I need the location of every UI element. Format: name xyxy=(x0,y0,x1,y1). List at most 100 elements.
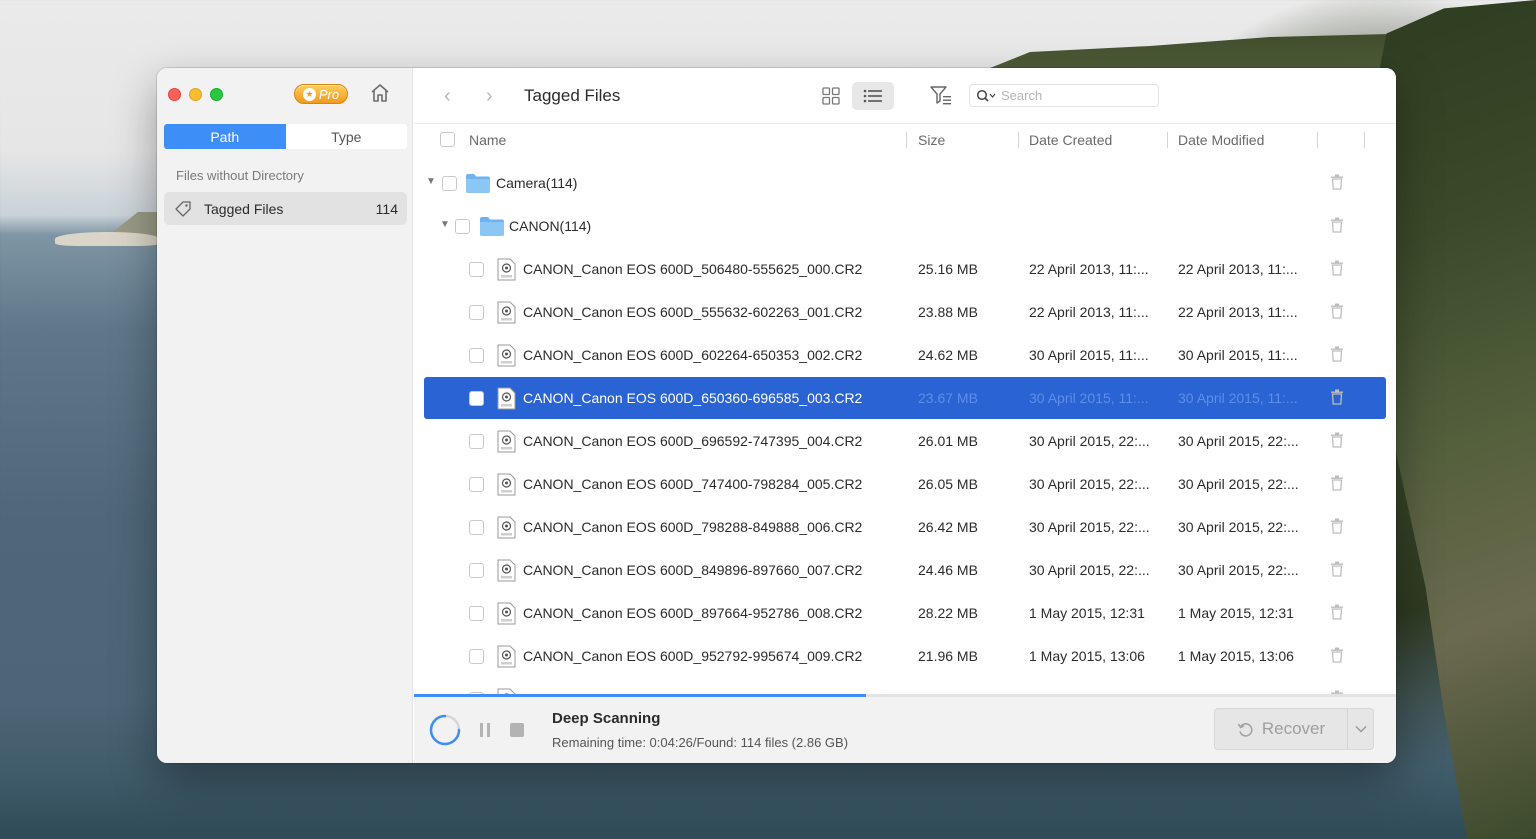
toolbar: ‹ › Tagged Files xyxy=(414,68,1396,124)
scan-status-detail: Remaining time: 0:04:26/Found: 114 files… xyxy=(552,735,849,750)
recover-options-button[interactable] xyxy=(1347,709,1373,749)
row-checkbox[interactable] xyxy=(469,305,484,320)
trash-icon[interactable] xyxy=(1330,432,1344,448)
raw-file-icon xyxy=(497,430,516,453)
disclosure-triangle-icon[interactable]: ▼ xyxy=(426,176,436,187)
tab-path[interactable]: Path xyxy=(164,124,286,149)
column-header-date-created[interactable]: Date Created xyxy=(1029,132,1112,148)
file-date-modified: 30 April 2015, 22:... xyxy=(1178,433,1299,449)
file-row[interactable]: CANON_Canon EOS 600D_506480-555625_000.C… xyxy=(424,248,1386,290)
file-date-created: 30 April 2015, 22:... xyxy=(1029,562,1150,578)
trash-icon[interactable] xyxy=(1330,475,1344,491)
file-name: CANON_Canon EOS 600D_897664-952786_008.C… xyxy=(523,605,863,621)
disclosure-triangle-icon[interactable]: ▼ xyxy=(440,219,450,230)
column-divider[interactable] xyxy=(1364,132,1365,148)
file-date-modified: 22 April 2013, 11:... xyxy=(1178,261,1298,277)
sidebar-item-label: Tagged Files xyxy=(204,200,284,217)
trash-icon[interactable] xyxy=(1330,217,1344,233)
raw-file-icon xyxy=(497,344,516,367)
list-view-button[interactable] xyxy=(852,82,894,110)
file-name: CANON_Canon EOS 600D_952792-995674_009.C… xyxy=(523,648,863,664)
tab-type[interactable]: Type xyxy=(286,124,408,149)
file-row[interactable]: CANON_Canon EOS 600D_897664-952786_008.C… xyxy=(424,592,1386,634)
column-header-row: Name Size Date Created Date Modified xyxy=(414,124,1396,156)
row-checkbox[interactable] xyxy=(469,262,484,277)
minimize-window-button[interactable] xyxy=(189,88,202,101)
trash-icon[interactable] xyxy=(1330,647,1344,663)
trash-icon[interactable] xyxy=(1330,346,1344,362)
trash-icon[interactable] xyxy=(1330,604,1344,620)
file-row[interactable]: CANON_Canon EOS 600D_798288-849888_006.C… xyxy=(424,506,1386,548)
row-checkbox[interactable] xyxy=(469,391,484,406)
close-window-button[interactable] xyxy=(168,88,181,101)
row-checkbox[interactable] xyxy=(442,176,457,191)
back-button[interactable]: ‹ xyxy=(444,86,460,106)
column-header-date-modified[interactable]: Date Modified xyxy=(1178,132,1264,148)
file-row[interactable]: CANON_Canon EOS 600D_555632-602263_001.C… xyxy=(424,291,1386,333)
column-header-name[interactable]: Name xyxy=(469,132,506,148)
row-checkbox[interactable] xyxy=(469,649,484,664)
column-divider[interactable] xyxy=(1317,132,1318,148)
row-checkbox[interactable] xyxy=(469,606,484,621)
file-row[interactable]: CANON_Canon EOS 600D_602264-650353_002.C… xyxy=(424,334,1386,376)
row-checkbox[interactable] xyxy=(469,520,484,535)
raw-file-icon xyxy=(497,301,516,324)
pro-label: Pro xyxy=(318,86,340,102)
column-divider[interactable] xyxy=(1167,132,1168,148)
search-box[interactable] xyxy=(969,84,1159,107)
file-name: CANON_Canon EOS 600D_602264-650353_002.C… xyxy=(523,347,863,363)
trash-icon[interactable] xyxy=(1330,260,1344,276)
trash-icon[interactable] xyxy=(1330,389,1344,405)
raw-file-icon xyxy=(497,559,516,582)
file-date-modified: 22 April 2013, 11:... xyxy=(1178,304,1298,320)
row-checkbox[interactable] xyxy=(469,348,484,363)
sidebar-item-tagged-files[interactable]: Tagged Files 114 xyxy=(164,192,407,225)
recover-main[interactable]: Recover xyxy=(1215,709,1347,749)
stop-icon[interactable] xyxy=(510,723,524,737)
file-date-modified: 30 April 2015, 11:... xyxy=(1178,390,1298,406)
grid-view-button[interactable] xyxy=(814,82,848,110)
file-row[interactable]: CANON_Canon EOS 600D_747400-798284_005.C… xyxy=(424,463,1386,505)
recover-button[interactable]: Recover xyxy=(1214,708,1374,750)
file-name: CANON_Canon EOS 600D_849896-897660_007.C… xyxy=(523,562,863,578)
file-date-created: 30 April 2015, 11:... xyxy=(1029,347,1149,363)
search-input[interactable] xyxy=(1001,88,1151,103)
trash-icon[interactable] xyxy=(1330,518,1344,534)
chevron-down-icon xyxy=(1354,725,1367,733)
home-icon[interactable] xyxy=(369,82,391,104)
sidebar-section-label: Files without Directory xyxy=(176,168,304,183)
column-divider[interactable] xyxy=(1018,132,1019,148)
row-checkbox[interactable] xyxy=(469,563,484,578)
file-size: 21.96 MB xyxy=(918,648,978,664)
column-divider[interactable] xyxy=(906,132,907,148)
row-checkbox[interactable] xyxy=(455,219,470,234)
select-all-checkbox[interactable] xyxy=(440,132,455,147)
pause-icon[interactable] xyxy=(478,722,492,738)
row-checkbox[interactable] xyxy=(469,434,484,449)
trash-icon[interactable] xyxy=(1330,561,1344,577)
file-size: 26.05 MB xyxy=(918,476,978,492)
raw-file-icon xyxy=(497,387,516,410)
trash-icon[interactable] xyxy=(1330,303,1344,319)
folder-row-camera[interactable]: ▼ Camera(114) xyxy=(424,162,1386,204)
file-date-created: 30 April 2015, 22:... xyxy=(1029,433,1150,449)
trash-icon[interactable] xyxy=(1330,174,1344,190)
folder-name: Camera(114) xyxy=(496,175,578,191)
folder-row-canon[interactable]: ▼ CANON(114) xyxy=(424,205,1386,247)
sidebar-view-toggle: Path Type xyxy=(164,124,407,149)
file-row[interactable]: CANON_Canon EOS 600D_696592-747395_004.C… xyxy=(424,420,1386,462)
scan-status-title: Deep Scanning xyxy=(552,710,661,727)
file-row[interactable]: CANON_Canon EOS 600D_849896-897660_007.C… xyxy=(424,549,1386,591)
file-row[interactable]: CANON_Canon EOS 600D_650360-696585_003.C… xyxy=(424,377,1386,419)
column-header-size[interactable]: Size xyxy=(918,132,945,148)
app-window: ★ Pro Path Type Files without Directory … xyxy=(157,68,1396,763)
file-size: 23.88 MB xyxy=(918,304,978,320)
file-row[interactable]: CANON_Canon EOS 600D_995680-1045982_010.… xyxy=(424,678,1386,695)
zoom-window-button[interactable] xyxy=(210,88,223,101)
forward-button[interactable]: › xyxy=(486,86,502,106)
row-checkbox[interactable] xyxy=(469,477,484,492)
file-size: 25.16 MB xyxy=(918,261,978,277)
pro-badge[interactable]: ★ Pro xyxy=(294,84,348,104)
filter-icon[interactable] xyxy=(929,84,953,106)
file-row[interactable]: CANON_Canon EOS 600D_952792-995674_009.C… xyxy=(424,635,1386,677)
